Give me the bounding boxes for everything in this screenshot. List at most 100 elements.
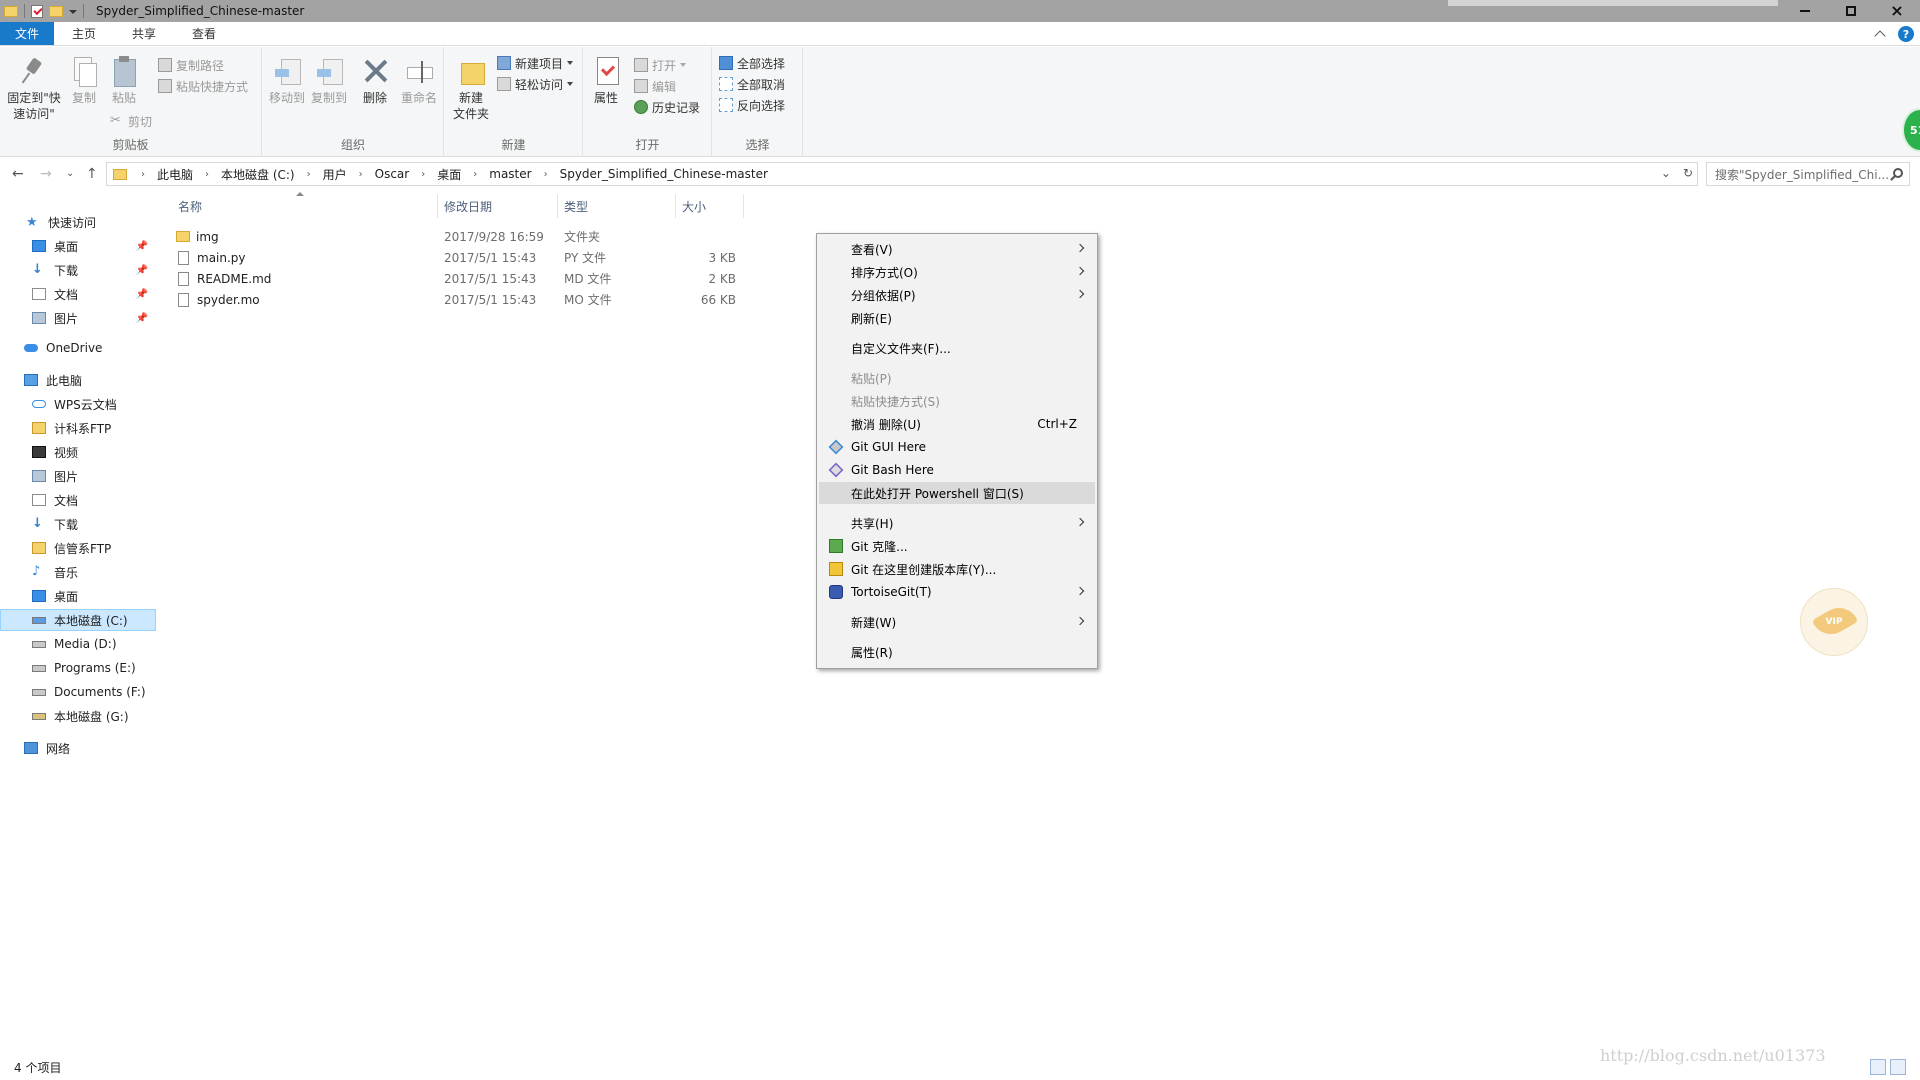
breadcrumb-separator-icon[interactable]: ›	[538, 169, 554, 180]
menu-item-view[interactable]: 查看(V)	[819, 238, 1095, 260]
new-folder-button[interactable]: 新建 文件夹	[451, 55, 491, 122]
nav-quick-desktop[interactable]: 桌面 📌	[0, 235, 156, 257]
select-all-button[interactable]: 全部选择	[719, 53, 785, 73]
search-input[interactable]: 搜索"Spyder_Simplified_Chi...	[1706, 162, 1910, 186]
minimize-button[interactable]	[1782, 0, 1828, 22]
file-row[interactable]: img 2017/9/28 16:59 文件夹	[176, 226, 744, 247]
menu-item-share[interactable]: 共享(H)	[819, 512, 1095, 534]
nav-drive-d[interactable]: Media (D:)	[0, 633, 156, 655]
tab-share[interactable]: 共享	[114, 22, 174, 45]
nav-quick-downloads[interactable]: ↓ 下载 📌	[0, 259, 156, 281]
nav-im-ftp[interactable]: 信管系FTP	[0, 537, 156, 559]
nav-this-pc[interactable]: 此电脑	[0, 369, 156, 391]
tab-view[interactable]: 查看	[174, 22, 234, 45]
breadcrumb-separator-icon[interactable]: ›	[199, 169, 215, 180]
menu-item-new[interactable]: 新建(W)	[819, 611, 1095, 633]
breadcrumb-desktop[interactable]: 桌面	[431, 166, 467, 183]
address-history-chevron-icon[interactable]: ⌄	[1661, 166, 1671, 180]
nav-pictures[interactable]: 图片	[0, 465, 156, 487]
menu-item-open-powershell[interactable]: 在此处打开 Powershell 窗口(S)	[819, 482, 1095, 504]
tab-home[interactable]: 主页	[54, 22, 114, 45]
nav-wps-cloud[interactable]: WPS云文档	[0, 393, 156, 415]
collapse-ribbon-icon[interactable]	[1874, 30, 1886, 42]
paste-shortcut-button[interactable]: 粘贴快捷方式	[158, 76, 248, 96]
breadcrumb-separator-icon[interactable]: ›	[353, 169, 369, 180]
nav-drive-c[interactable]: 本地磁盘 (C:)	[0, 609, 156, 631]
vip-bird-icon[interactable]: VIP	[1800, 588, 1868, 656]
breadcrumb-separator-icon[interactable]: ›	[301, 169, 317, 180]
menu-item-tortoisegit[interactable]: TortoiseGit(T)	[819, 581, 1095, 603]
menu-item-git-bash[interactable]: Git Bash Here	[819, 459, 1095, 481]
breadcrumb-current-folder[interactable]: Spyder_Simplified_Chinese-master	[554, 167, 774, 181]
nav-music[interactable]: ♪ 音乐	[0, 561, 156, 583]
details-view-icon[interactable]	[1870, 1059, 1886, 1075]
delete-button[interactable]: 删除	[359, 55, 391, 106]
nav-desktop[interactable]: 桌面	[0, 585, 156, 607]
column-header-type[interactable]: 类型	[558, 194, 676, 218]
tab-file[interactable]: 文件	[0, 22, 54, 45]
close-button[interactable]: ×	[1874, 0, 1920, 22]
breadcrumb-separator-icon[interactable]: ›	[135, 169, 151, 180]
menu-item-paste[interactable]: 粘贴(P)	[819, 367, 1095, 389]
open-button[interactable]: 打开	[634, 55, 687, 75]
menu-item-refresh[interactable]: 刷新(E)	[819, 307, 1095, 329]
nav-network[interactable]: 网络	[0, 737, 156, 759]
menu-item-group-by[interactable]: 分组依据(P)	[819, 284, 1095, 306]
pin-to-quick-access-button[interactable]: 固定到"快 速访问"	[6, 55, 62, 122]
copy-button[interactable]: 复制	[68, 55, 100, 106]
breadcrumb-separator-icon[interactable]: ›	[415, 169, 431, 180]
breadcrumb-oscar[interactable]: Oscar	[369, 167, 416, 181]
nav-documents[interactable]: 文档	[0, 489, 156, 511]
menu-item-git-clone[interactable]: Git 克隆...	[819, 535, 1095, 557]
move-to-button[interactable]: 移动到	[267, 55, 307, 106]
nav-quick-pictures[interactable]: 图片 📌	[0, 307, 156, 329]
menu-item-paste-shortcut[interactable]: 粘贴快捷方式(S)	[819, 390, 1095, 412]
column-header-date[interactable]: 修改日期	[438, 194, 558, 218]
nav-quick-documents[interactable]: 文档 📌	[0, 283, 156, 305]
nav-drive-g[interactable]: 本地磁盘 (G:)	[0, 705, 156, 727]
recent-locations-chevron-icon[interactable]: ⌄	[66, 168, 74, 179]
history-button[interactable]: 历史记录	[634, 97, 700, 117]
address-bar[interactable]: › 此电脑 › 本地磁盘 (C:) › 用户 › Oscar › 桌面 › ma…	[106, 162, 1698, 186]
breadcrumb-master[interactable]: master	[483, 167, 537, 181]
edit-button[interactable]: 编辑	[634, 76, 676, 96]
nav-cs-ftp[interactable]: 计科系FTP	[0, 417, 156, 439]
copy-path-button[interactable]: 复制路径	[158, 55, 224, 75]
nav-drive-f[interactable]: Documents (F:)	[0, 681, 156, 703]
help-icon[interactable]: ?	[1898, 26, 1914, 42]
new-item-button[interactable]: 新建项目	[497, 53, 574, 73]
breadcrumb-this-pc[interactable]: 此电脑	[151, 166, 199, 183]
new-folder-quick-icon[interactable]	[49, 5, 63, 17]
menu-item-git-gui[interactable]: Git GUI Here	[819, 436, 1095, 458]
nav-downloads[interactable]: ↓ 下载	[0, 513, 156, 535]
menu-item-undo-delete[interactable]: 撤消 删除(U) Ctrl+Z	[819, 413, 1095, 435]
up-arrow-icon[interactable]: ↑	[86, 166, 98, 182]
back-arrow-icon[interactable]: ←	[12, 166, 24, 182]
customize-quick-access-icon[interactable]	[69, 10, 77, 14]
column-header-size[interactable]: 大小	[676, 194, 744, 218]
nav-videos[interactable]: 视频	[0, 441, 156, 463]
properties-quick-icon[interactable]	[31, 4, 43, 18]
column-header-name[interactable]: 名称	[176, 194, 438, 218]
nav-quick-access[interactable]: ★ 快速访问	[0, 211, 156, 233]
large-icons-view-icon[interactable]	[1890, 1059, 1906, 1075]
file-row[interactable]: main.py 2017/5/1 15:43 PY 文件 3 KB	[176, 247, 744, 268]
search-icon[interactable]	[1893, 168, 1903, 178]
file-row[interactable]: README.md 2017/5/1 15:43 MD 文件 2 KB	[176, 268, 744, 289]
menu-item-sort[interactable]: 排序方式(O)	[819, 261, 1095, 283]
menu-item-git-create-repo[interactable]: Git 在这里创建版本库(Y)...	[819, 558, 1095, 580]
breadcrumb-users[interactable]: 用户	[317, 166, 353, 183]
rename-button[interactable]: 重命名	[399, 55, 439, 106]
nav-drive-e[interactable]: Programs (E:)	[0, 657, 156, 679]
nav-onedrive[interactable]: OneDrive	[0, 337, 156, 359]
properties-button[interactable]: 属性	[590, 55, 622, 106]
select-none-button[interactable]: 全部取消	[719, 74, 785, 94]
refresh-icon[interactable]: ↻	[1683, 166, 1693, 180]
easy-access-button[interactable]: 轻松访问	[497, 74, 574, 94]
forward-arrow-icon[interactable]: →	[40, 166, 52, 182]
restore-button[interactable]	[1828, 0, 1874, 22]
menu-item-customize-folder[interactable]: 自定义文件夹(F)...	[819, 337, 1095, 359]
copy-to-button[interactable]: 复制到	[309, 55, 349, 106]
cut-button[interactable]: ✂ 剪切	[110, 111, 152, 131]
breadcrumb-separator-icon[interactable]: ›	[467, 169, 483, 180]
